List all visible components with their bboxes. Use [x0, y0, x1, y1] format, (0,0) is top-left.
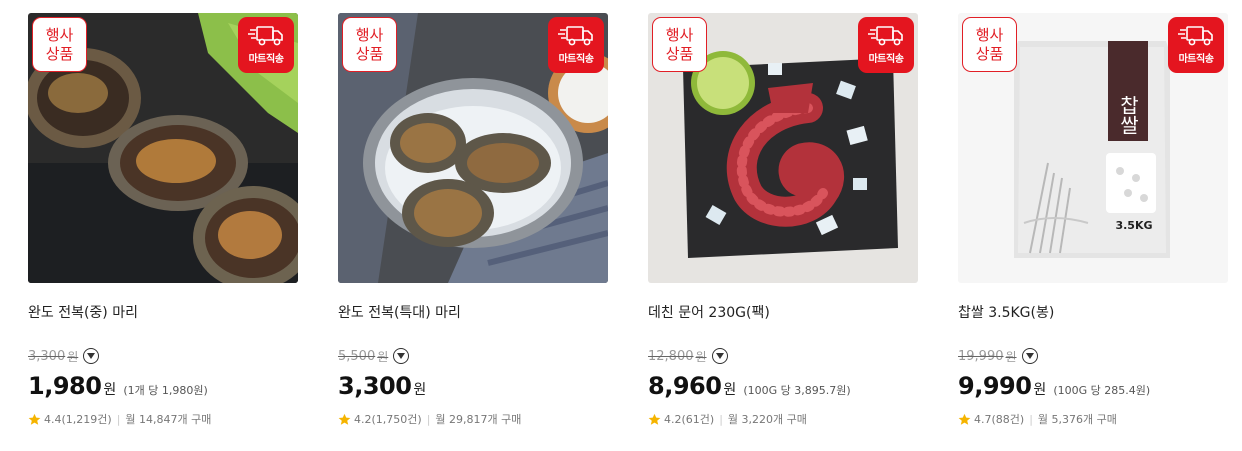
monthly-purchases: 월 29,817개 구매 — [435, 413, 522, 426]
sale-price: 1,980 — [28, 372, 102, 400]
divider: | — [116, 412, 121, 426]
sale-price: 8,960 — [648, 372, 722, 400]
monthly-purchases: 월 3,220개 구매 — [727, 413, 807, 426]
product-card[interactable]: 찹쌀 3.5KG 행사 상품 마트직송 찹쌀 3.5KG(봉) 19,990 원… — [958, 13, 1228, 443]
product-title[interactable]: 완도 전복(중) 마리 — [28, 302, 138, 322]
star-icon — [338, 413, 351, 425]
original-price: 12,800 — [648, 348, 694, 364]
sale-price-row: 8,960 원 (100G 당 3,895.7원) — [648, 372, 851, 400]
product-title[interactable]: 완도 전복(특대) 마리 — [338, 302, 461, 322]
product-card[interactable]: 행사 상품 마트직송 데친 문어 230G(팩) 12,800 원 8,960 … — [648, 13, 918, 443]
delivery-truck-icon — [558, 26, 593, 46]
rating-text[interactable]: 4.4(1,219건) — [44, 411, 112, 427]
review-meta: 4.4(1,219건) | 월 14,847개 구매 — [28, 411, 211, 427]
star-icon — [28, 413, 41, 425]
product-title[interactable]: 데친 문어 230G(팩) — [648, 302, 770, 322]
product-image[interactable]: 찹쌀 3.5KG 행사 상품 마트직송 — [958, 13, 1228, 283]
promo-badge: 행사 상품 — [652, 17, 707, 72]
product-title[interactable]: 찹쌀 3.5KG(봉) — [958, 302, 1054, 322]
product-grid: 행사 상품 마트직송 완도 전복(중) 마리 3,300 원 1,980 원 (… — [0, 0, 1242, 451]
original-price-unit: 원 — [67, 349, 79, 364]
original-price: 3,300 — [28, 348, 66, 364]
unit-price: (1개 당 1,980원) — [123, 384, 208, 397]
promo-badge: 행사 상품 — [962, 17, 1017, 72]
product-card[interactable]: 행사 상품 마트직송 완도 전복(중) 마리 3,300 원 1,980 원 (… — [28, 13, 298, 443]
original-price: 19,990 — [958, 348, 1004, 364]
price-info-button[interactable] — [711, 348, 728, 364]
chevron-down-icon — [397, 353, 406, 359]
mart-delivery-badge: 마트직송 — [548, 17, 604, 73]
delivery-truck-icon — [1178, 26, 1213, 46]
unit-price: (100G 당 285.4원) — [1053, 384, 1151, 397]
monthly-purchases: 월 5,376개 구매 — [1037, 413, 1117, 426]
star-icon — [648, 413, 661, 425]
rating-text[interactable]: 4.2(1,750건) — [354, 411, 422, 427]
mart-delivery-badge: 마트직송 — [1168, 17, 1224, 73]
original-price-row: 19,990 원 — [958, 347, 1038, 365]
price-info-button[interactable] — [83, 348, 100, 364]
mart-delivery-badge: 마트직송 — [858, 17, 914, 73]
chevron-down-icon — [87, 353, 96, 359]
promo-badge: 행사 상품 — [342, 17, 397, 72]
original-price-row: 12,800 원 — [648, 347, 728, 365]
unit-price: (100G 당 3,895.7원) — [743, 384, 851, 397]
product-image[interactable]: 행사 상품 마트직송 — [28, 13, 298, 283]
rice-package-label: 찹쌀 — [1116, 95, 1140, 135]
original-price-row: 5,500 원 — [338, 347, 410, 365]
divider: | — [719, 412, 723, 426]
product-card[interactable]: 행사 상품 마트직송 완도 전복(특대) 마리 5,500 원 3,300 원 … — [338, 13, 608, 443]
divider: | — [1029, 412, 1033, 426]
rice-package-weight: 3.5KG — [1115, 219, 1152, 232]
promo-badge: 행사 상품 — [32, 17, 87, 72]
mart-delivery-badge: 마트직송 — [238, 17, 294, 73]
sale-price-unit: 원 — [103, 382, 117, 398]
star-icon — [958, 413, 971, 425]
original-price-unit: 원 — [1005, 349, 1017, 364]
sale-price-unit: 원 — [1033, 382, 1047, 398]
sale-price-unit: 원 — [723, 382, 737, 398]
sale-price: 3,300 — [338, 372, 412, 400]
rating-text[interactable]: 4.2(61건) — [664, 411, 714, 427]
rating-text[interactable]: 4.7(88건) — [974, 411, 1024, 427]
divider: | — [426, 412, 431, 426]
original-price-row: 3,300 원 — [28, 347, 100, 365]
sale-price-row: 1,980 원 (1개 당 1,980원) — [28, 372, 208, 400]
review-meta: 4.7(88건) | 월 5,376개 구매 — [958, 411, 1117, 427]
original-price: 5,500 — [338, 348, 376, 364]
sale-price-row: 9,990 원 (100G 당 285.4원) — [958, 372, 1150, 400]
monthly-purchases: 월 14,847개 구매 — [125, 413, 212, 426]
price-info-button[interactable] — [393, 348, 410, 364]
review-meta: 4.2(1,750건) | 월 29,817개 구매 — [338, 411, 521, 427]
product-image[interactable]: 행사 상품 마트직송 — [648, 13, 918, 283]
sale-price-unit: 원 — [413, 382, 427, 398]
sale-price-row: 3,300 원 — [338, 372, 433, 400]
original-price-unit: 원 — [377, 349, 389, 364]
original-price-unit: 원 — [695, 349, 707, 364]
product-image[interactable]: 행사 상품 마트직송 — [338, 13, 608, 283]
sale-price: 9,990 — [958, 372, 1032, 400]
price-info-button[interactable] — [1021, 348, 1038, 364]
chevron-down-icon — [715, 353, 724, 359]
review-meta: 4.2(61건) | 월 3,220개 구매 — [648, 411, 807, 427]
delivery-truck-icon — [868, 26, 903, 46]
chevron-down-icon — [1025, 353, 1034, 359]
delivery-truck-icon — [248, 26, 283, 46]
